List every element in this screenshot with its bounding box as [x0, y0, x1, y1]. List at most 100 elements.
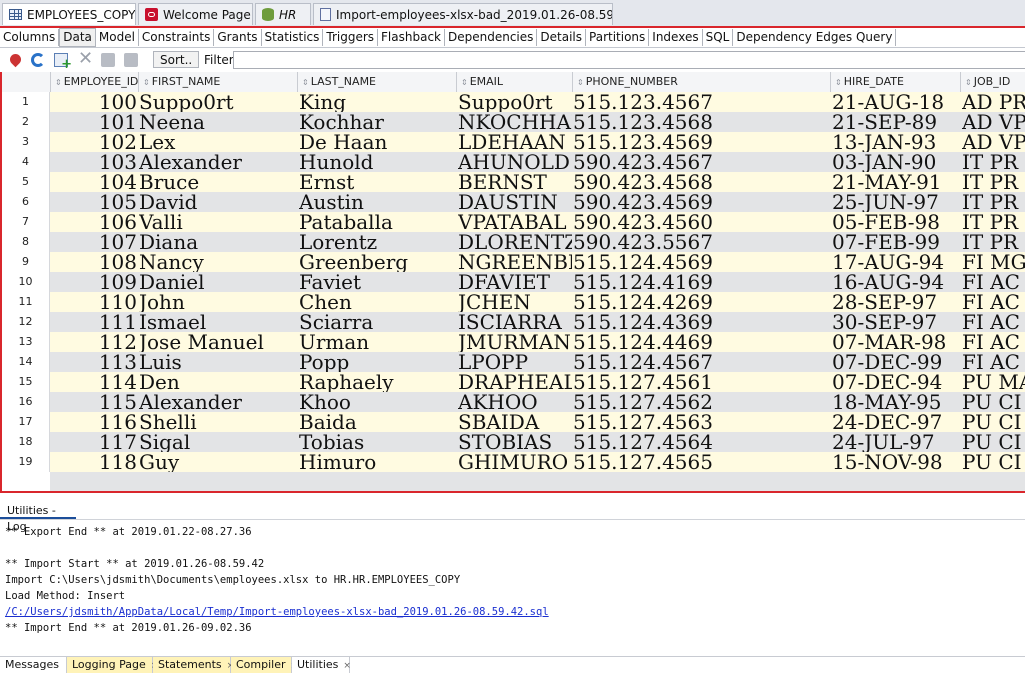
row-number[interactable]: 19 — [2, 452, 50, 472]
table-cell[interactable]: 117 — [50, 432, 137, 452]
row-number[interactable]: 8 — [2, 232, 50, 252]
table-cell[interactable]: 25-JUN-97 — [832, 192, 961, 212]
tab-dependency-edges-query[interactable]: Dependency Edges Query — [733, 29, 897, 46]
table-cell[interactable]: David — [139, 192, 298, 212]
table-cell[interactable]: Popp — [299, 352, 457, 372]
tab-statistics[interactable]: Statistics — [262, 29, 324, 46]
table-cell[interactable]: 590.423.5567 — [573, 232, 831, 252]
table-cell[interactable]: 116 — [50, 412, 137, 432]
table-cell[interactable]: Luis — [139, 352, 298, 372]
row-number[interactable]: 3 — [2, 132, 50, 152]
table-cell[interactable]: 106 — [50, 212, 137, 232]
table-row[interactable]: 7 106 Valli Pataballa VPATABAL 590.423.4560 05… — [2, 212, 1025, 232]
bottom-tab-compiler[interactable]: Compiler× — [231, 657, 298, 673]
table-cell[interactable]: Bruce — [139, 172, 298, 192]
row-number[interactable]: 12 — [2, 312, 50, 332]
table-row[interactable]: 18 117 Sigal Tobias STOBIAS 515.127.4564 24-JU… — [2, 432, 1025, 452]
tab-employees-copy[interactable]: EMPLOYEES_COPY — [2, 3, 136, 25]
table-cell[interactable]: 107 — [50, 232, 137, 252]
row-number[interactable]: 4 — [2, 152, 50, 172]
table-row[interactable]: 19 118 Guy Himuro GHIMURO 515.127.4565 15-NOV-… — [2, 452, 1025, 472]
tab-grants[interactable]: Grants — [214, 29, 262, 46]
table-row[interactable]: 13 112 Jose Manuel Urman JMURMAN 515.124.4469… — [2, 332, 1025, 352]
table-cell[interactable]: Suppo0rt — [139, 92, 298, 112]
row-number[interactable]: 17 — [2, 412, 50, 432]
table-row[interactable]: 12 111 Ismael Sciarra ISCIARRA 515.124.4369 30… — [2, 312, 1025, 332]
table-cell[interactable]: Baida — [299, 412, 457, 432]
table-row[interactable]: 16 115 Alexander Khoo AKHOO 515.127.4562 18-MA… — [2, 392, 1025, 412]
tab-details[interactable]: Details — [537, 29, 587, 46]
table-cell[interactable]: 05-FEB-98 — [832, 212, 961, 232]
table-cell[interactable]: PU CI — [962, 432, 1025, 452]
table-cell[interactable]: 17-AUG-94 — [832, 252, 961, 272]
table-cell[interactable]: DFAVIET — [458, 272, 572, 292]
table-cell[interactable]: 112 — [50, 332, 137, 352]
table-cell[interactable]: 07-MAR-98 — [832, 332, 961, 352]
commit-icon[interactable] — [101, 53, 115, 67]
table-cell[interactable]: Ernst — [299, 172, 457, 192]
table-cell[interactable]: Guy — [139, 452, 298, 472]
table-cell[interactable]: 590.423.4560 — [573, 212, 831, 232]
table-cell[interactable]: VPATABAL — [458, 212, 572, 232]
row-number[interactable]: 5 — [2, 172, 50, 192]
table-cell[interactable]: Tobias — [299, 432, 457, 452]
table-cell[interactable]: IT PR — [962, 152, 1025, 172]
table-row[interactable]: 4 103 Alexander Hunold AHUNOLD 590.423.4567 03… — [2, 152, 1025, 172]
table-cell[interactable]: Valli — [139, 212, 298, 232]
tab-import-sql[interactable]: Import-employees-xlsx-bad_2019.01.26-08.… — [313, 3, 613, 25]
table-cell[interactable]: FI AC — [962, 272, 1025, 292]
table-cell[interactable]: Faviet — [299, 272, 457, 292]
row-number[interactable]: 15 — [2, 372, 50, 392]
table-cell[interactable]: Daniel — [139, 272, 298, 292]
table-cell[interactable]: FI AC — [962, 352, 1025, 372]
table-cell[interactable]: 515.127.4565 — [573, 452, 831, 472]
table-cell[interactable]: Sigal — [139, 432, 298, 452]
table-cell[interactable]: Nancy — [139, 252, 298, 272]
column-header-last-name[interactable]: ⇕ LAST_NAME — [297, 72, 456, 92]
table-cell[interactable]: PU MA — [962, 372, 1025, 392]
table-cell[interactable]: 16-AUG-94 — [832, 272, 961, 292]
tab-columns[interactable]: Columns — [0, 29, 60, 46]
table-cell[interactable]: AD VP — [962, 112, 1025, 132]
table-cell[interactable]: 30-SEP-97 — [832, 312, 961, 332]
table-cell[interactable]: PU CI — [962, 412, 1025, 432]
column-header-job-id[interactable]: ⇕ JOB_ID — [960, 72, 1025, 92]
table-cell[interactable]: 109 — [50, 272, 137, 292]
table-cell[interactable]: 515.123.4567 — [573, 92, 831, 112]
table-cell[interactable]: Ismael — [139, 312, 298, 332]
table-cell[interactable]: 590.423.4568 — [573, 172, 831, 192]
table-cell[interactable]: 07-FEB-99 — [832, 232, 961, 252]
table-cell[interactable]: 515.127.4564 — [573, 432, 831, 452]
row-number[interactable]: 10 — [2, 272, 50, 292]
table-cell[interactable]: Diana — [139, 232, 298, 252]
table-cell[interactable]: 07-DEC-99 — [832, 352, 961, 372]
column-header-hire-date[interactable]: ⇕ HIRE_DATE — [830, 72, 960, 92]
table-cell[interactable]: Raphaely — [299, 372, 457, 392]
table-cell[interactable]: 515.123.4569 — [573, 132, 831, 152]
table-row[interactable]: 10 109 Daniel Faviet DFAVIET 515.124.4169 16-A… — [2, 272, 1025, 292]
table-cell[interactable]: FI AC — [962, 292, 1025, 312]
table-cell[interactable]: JMURMAN — [458, 332, 572, 352]
table-cell[interactable]: DAUSTIN — [458, 192, 572, 212]
table-cell[interactable]: 07-DEC-94 — [832, 372, 961, 392]
table-cell[interactable]: 03-JAN-90 — [832, 152, 961, 172]
column-header-phone-number[interactable]: ⇕ PHONE_NUMBER — [572, 72, 830, 92]
pin-icon[interactable] — [7, 51, 24, 68]
table-row[interactable]: 1 100 Suppo0rt King Suppo0rt 515.123.4567 21-A… — [2, 92, 1025, 112]
table-cell[interactable]: 21-MAY-91 — [832, 172, 961, 192]
table-cell[interactable]: LDEHAAN — [458, 132, 572, 152]
row-number[interactable]: 13 — [2, 332, 50, 352]
table-cell[interactable]: SBAIDA — [458, 412, 572, 432]
column-header-employee-id[interactable]: ⇕ EMPLOYEE_ID — [50, 72, 138, 92]
table-row[interactable]: 11 110 John Chen JCHEN 515.124.4269 28-SEP-97 F… — [2, 292, 1025, 312]
table-cell[interactable]: FI AC — [962, 332, 1025, 352]
row-number[interactable]: 16 — [2, 392, 50, 412]
bottom-tab-utilities[interactable]: Utilities × — [292, 657, 351, 673]
column-header-email[interactable]: ⇕ EMAIL — [456, 72, 572, 92]
table-row[interactable]: 5 104 Bruce Ernst BERNST 590.423.4568 21-MAY-9… — [2, 172, 1025, 192]
table-cell[interactable]: IT PR — [962, 212, 1025, 232]
table-cell[interactable]: Lex — [139, 132, 298, 152]
table-cell[interactable]: 24-JUL-97 — [832, 432, 961, 452]
table-cell[interactable]: NKOCHHAR — [458, 112, 572, 132]
table-cell[interactable]: 515.124.4469 — [573, 332, 831, 352]
